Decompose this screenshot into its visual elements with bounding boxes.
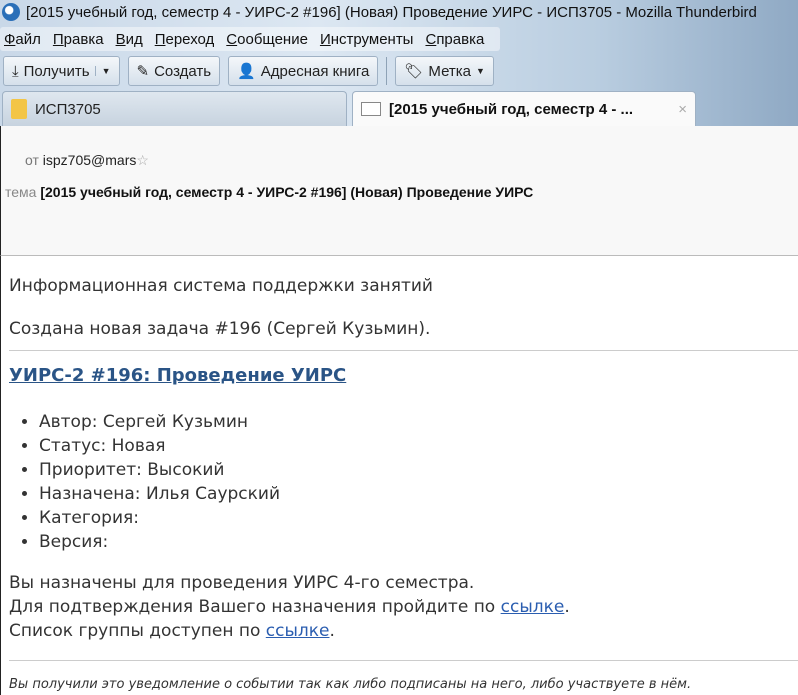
- divider: [9, 660, 798, 661]
- field-assignee: Назначена: Илья Саурский: [39, 482, 280, 506]
- period: .: [329, 621, 335, 641]
- field-author: Автор: Сергей Кузьмин: [39, 410, 280, 434]
- line-confirm: Для подтверждения Вашего назначения прой…: [9, 595, 570, 619]
- close-icon[interactable]: ×: [678, 101, 687, 118]
- tab-label: [2015 учебный год, семестр 4 - ...: [389, 100, 634, 118]
- address-book-button[interactable]: 👤 Адресная книга: [228, 56, 379, 86]
- field-category: Категория:: [39, 506, 280, 530]
- address-book-label: Адресная книга: [260, 62, 370, 80]
- menu-view[interactable]: Вид: [116, 31, 143, 48]
- message-body: Информационная система поддержки занятий…: [0, 256, 798, 695]
- pencil-icon: ✎: [136, 63, 150, 80]
- write-button[interactable]: ✎ Создать: [127, 56, 221, 86]
- group-link[interactable]: ссылке: [266, 621, 330, 641]
- menu-edit[interactable]: Правка: [53, 31, 104, 48]
- intro-text: Информационная система поддержки занятий: [9, 276, 433, 296]
- tag-label: Метка: [428, 62, 472, 80]
- from-address[interactable]: ispz705@mars: [43, 152, 137, 168]
- envelope-icon: [361, 102, 381, 116]
- divider: [9, 350, 798, 351]
- folder-icon: [11, 99, 27, 119]
- issue-link[interactable]: УИРС-2 #196: Проведение УИРС: [9, 365, 346, 386]
- menu-help[interactable]: Справка: [425, 31, 484, 48]
- from-label: от: [25, 152, 39, 168]
- get-mail-button[interactable]: ⤓ Получить ▼: [3, 56, 120, 86]
- tag-icon: 🏷: [404, 63, 424, 80]
- line-assigned: Вы назначены для проведения УИРС 4-го се…: [9, 573, 475, 593]
- write-label: Создать: [154, 62, 212, 80]
- download-icon: ⤓: [12, 62, 19, 80]
- field-status: Статус: Новая: [39, 434, 280, 458]
- chevron-down-icon: ▼: [476, 66, 485, 76]
- toolbar: ⤓ Получить ▼ ✎ Создать 👤 Адресная книга 🏷 Мет…: [0, 55, 494, 87]
- menu-tools[interactable]: Инструменты: [320, 31, 414, 48]
- created-text: Создана новая задача #196 (Сергей Кузьми…: [9, 319, 431, 339]
- tag-button[interactable]: 🏷 Метка ▼: [395, 56, 494, 86]
- chevron-down-icon[interactable]: ▼: [94, 66, 111, 76]
- message-header: от ispz705@mars☆ тема [2015 учебный год,…: [0, 126, 798, 256]
- footer-note: Вы получили это уведомление о событии та…: [9, 677, 692, 692]
- line-group: Список группы доступен по ссылке.: [9, 619, 570, 643]
- period: .: [564, 597, 570, 617]
- tab-bar: ИСП3705 [2015 учебный год, семестр 4 - .…: [0, 91, 798, 126]
- menu-go[interactable]: Переход: [155, 31, 215, 48]
- confirm-text: Для подтверждения Вашего назначения прой…: [9, 597, 501, 617]
- group-text: Список группы доступен по: [9, 621, 266, 641]
- toolbar-separator: [386, 57, 388, 85]
- tab-label: ИСП3705: [35, 100, 101, 118]
- person-icon: 👤: [237, 63, 256, 80]
- field-priority: Приоритет: Высокий: [39, 458, 280, 482]
- tab-message[interactable]: [2015 учебный год, семестр 4 - ... ×: [352, 91, 696, 126]
- menu-file[interactable]: Файл: [4, 31, 41, 48]
- menu-bar: Файл Правка Вид Переход Сообщение Инстру…: [0, 27, 501, 51]
- star-icon[interactable]: ☆: [136, 152, 149, 168]
- subject-row: тема [2015 учебный год, семестр 4 - УИРС…: [5, 184, 533, 200]
- issue-fields: Автор: Сергей Кузьмин Статус: Новая Прио…: [39, 410, 280, 554]
- window-title: [2015 учебный год, семестр 4 - УИРС-2 #1…: [26, 3, 757, 21]
- message-text: Вы назначены для проведения УИРС 4-го се…: [9, 571, 570, 643]
- field-version: Версия:: [39, 530, 280, 554]
- thunderbird-icon: [2, 3, 20, 21]
- confirm-link[interactable]: ссылке: [501, 597, 565, 617]
- menu-message[interactable]: Сообщение: [226, 31, 308, 48]
- from-row: от ispz705@mars☆: [25, 152, 149, 169]
- subject-text: [2015 учебный год, семестр 4 - УИРС-2 #1…: [40, 184, 534, 200]
- get-mail-label: Получить: [23, 62, 90, 80]
- subject-label: тема: [5, 184, 37, 200]
- tab-folder[interactable]: ИСП3705: [2, 91, 347, 126]
- title-bar: [2015 учебный год, семестр 4 - УИРС-2 #1…: [0, 0, 798, 24]
- window-chrome: [2015 учебный год, семестр 4 - УИРС-2 #1…: [0, 0, 798, 126]
